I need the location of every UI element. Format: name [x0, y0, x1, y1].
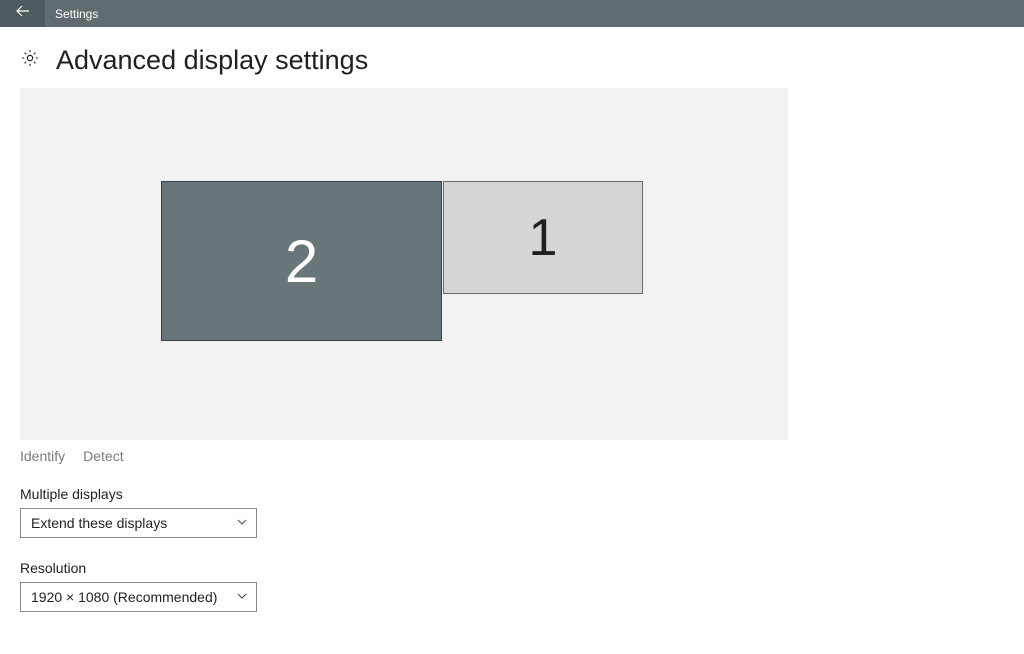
page-header: Advanced display settings — [20, 45, 1004, 76]
multiple-displays-value: Extend these displays — [31, 515, 167, 531]
multiple-displays-group: Multiple displays Extend these displays — [20, 486, 1004, 538]
monitor-2-label: 2 — [285, 227, 318, 296]
monitor-1[interactable]: 1 — [443, 181, 643, 294]
chevron-down-icon — [236, 515, 248, 531]
app-title: Settings — [55, 7, 98, 21]
resolution-value: 1920 × 1080 (Recommended) — [31, 589, 217, 605]
resolution-label: Resolution — [20, 560, 1004, 576]
titlebar: Settings — [0, 0, 1024, 27]
monitor-1-label: 1 — [529, 208, 558, 268]
identify-link[interactable]: Identify — [20, 448, 65, 464]
detect-link[interactable]: Detect — [83, 448, 123, 464]
back-button[interactable] — [0, 0, 45, 27]
display-arrangement-canvas[interactable]: 2 1 — [20, 88, 788, 440]
multiple-displays-label: Multiple displays — [20, 486, 1004, 502]
multiple-displays-dropdown[interactable]: Extend these displays — [20, 508, 257, 538]
chevron-down-icon — [236, 589, 248, 605]
page-title: Advanced display settings — [56, 45, 368, 76]
content-area: Advanced display settings 2 1 Identify D… — [0, 27, 1024, 654]
back-arrow-icon — [15, 3, 31, 24]
display-action-links: Identify Detect — [20, 448, 1004, 464]
gear-icon — [20, 48, 40, 73]
resolution-group: Resolution 1920 × 1080 (Recommended) — [20, 560, 1004, 612]
monitor-2[interactable]: 2 — [161, 181, 442, 341]
resolution-dropdown[interactable]: 1920 × 1080 (Recommended) — [20, 582, 257, 612]
